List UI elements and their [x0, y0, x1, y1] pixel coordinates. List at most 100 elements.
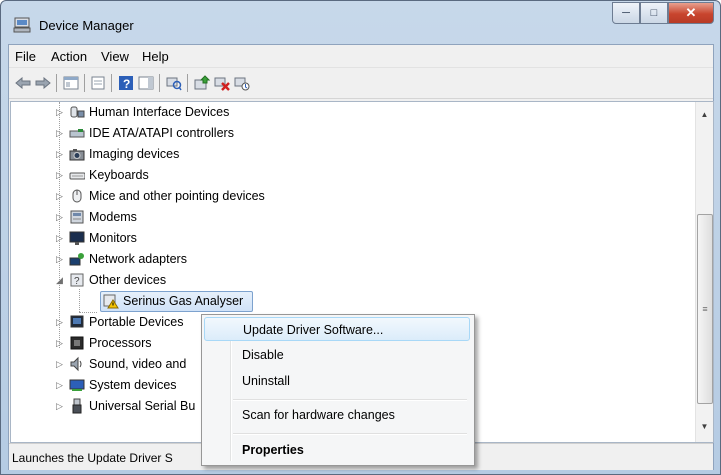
tree-item-mice[interactable]: ▷ Mice and other pointing devices — [11, 186, 691, 207]
warning-device-icon — [103, 294, 119, 309]
expand-arrow-icon[interactable]: ▷ — [56, 317, 63, 327]
collapse-arrow-icon[interactable]: ◢ — [56, 275, 63, 285]
uninstall-device-button[interactable] — [213, 74, 231, 92]
forward-button[interactable] — [34, 74, 52, 92]
expand-arrow-icon[interactable]: ▷ — [56, 107, 63, 117]
help-toolbar-button[interactable]: ? — [117, 74, 135, 92]
tree-item-label: Imaging devices — [89, 147, 180, 161]
menu-separator — [233, 399, 467, 401]
expand-arrow-icon[interactable]: ▷ — [56, 128, 63, 138]
title-bar[interactable]: Device Manager ─ □ ✕ — [1, 1, 720, 41]
ide-controller-icon — [69, 129, 85, 138]
tree-item-label: Processors — [89, 336, 152, 350]
minimize-button[interactable]: ─ — [612, 2, 640, 24]
toolbar-separator — [187, 74, 188, 92]
help-icon: ? — [119, 76, 133, 91]
update-driver-icon — [194, 75, 210, 90]
properties-toolbar-button[interactable] — [89, 74, 107, 92]
expand-arrow-icon[interactable]: ▷ — [56, 401, 63, 411]
update-driver-button[interactable] — [193, 74, 211, 92]
menu-view[interactable]: View — [101, 49, 129, 64]
tree-item-label: Sound, video and — [89, 357, 187, 371]
usb-icon — [72, 398, 82, 414]
maximize-icon: □ — [650, 7, 658, 19]
expand-arrow-icon[interactable]: ▷ — [56, 359, 63, 369]
tree-item-label: Human Interface Devices — [89, 105, 230, 119]
menu-item-label: Properties — [242, 443, 304, 457]
mouse-icon — [72, 189, 82, 203]
menu-file[interactable]: File — [15, 49, 36, 64]
expand-arrow-icon[interactable]: ▷ — [56, 191, 63, 201]
maximize-button[interactable]: □ — [640, 2, 668, 24]
scan-hardware-icon — [166, 77, 182, 91]
menu-separator — [233, 433, 467, 435]
tree-item-label: System devices — [89, 378, 177, 392]
uninstall-icon — [214, 77, 230, 91]
tree-item-label: Other devices — [89, 273, 167, 287]
scan-hardware-button[interactable] — [165, 74, 183, 92]
tree-item-label: Modems — [89, 210, 137, 224]
toolbar-separator — [84, 74, 85, 92]
action-pane-button[interactable] — [137, 74, 155, 92]
expand-arrow-icon[interactable]: ▷ — [56, 170, 63, 180]
hid-icon — [70, 106, 85, 118]
expand-arrow-icon[interactable]: ▷ — [56, 149, 63, 159]
toolbar-separator — [159, 74, 160, 92]
portable-device-icon — [70, 315, 84, 328]
menu-disable[interactable]: Disable — [204, 343, 470, 367]
forward-arrow-icon — [35, 77, 51, 89]
tree-item-keyboards[interactable]: ▷ Keyboards — [11, 165, 691, 186]
modem-icon — [70, 210, 84, 224]
tree-item-monitors[interactable]: ▷ Monitors — [11, 228, 691, 249]
network-adapter-icon — [69, 253, 84, 266]
expand-arrow-icon[interactable]: ▷ — [56, 338, 63, 348]
tree-item-ide-ata-atapi-controllers[interactable]: ▷ IDE ATA/ATAPI controllers — [11, 123, 691, 144]
toolbar-separator — [111, 74, 112, 92]
expand-arrow-icon[interactable]: ▷ — [56, 254, 63, 264]
tree-item-label: IDE ATA/ATAPI controllers — [89, 126, 234, 140]
tree-item-label: Universal Serial Bu — [89, 399, 196, 413]
menu-properties[interactable]: Properties — [204, 438, 470, 462]
disable-device-button[interactable] — [233, 74, 251, 92]
menu-action[interactable]: Action — [51, 49, 87, 64]
tree-item-other-devices[interactable]: ◢ ? Other devices — [11, 270, 691, 291]
close-button[interactable]: ✕ — [668, 2, 714, 24]
back-button[interactable] — [14, 74, 32, 92]
menu-help[interactable]: Help — [142, 49, 169, 64]
menu-uninstall[interactable]: Uninstall — [204, 369, 470, 393]
scroll-up-arrow-icon[interactable]: ▲ — [696, 106, 713, 123]
tree-item-label: Mice and other pointing devices — [89, 189, 265, 203]
context-menu: Update Driver Software... Disable Uninst… — [201, 314, 475, 466]
toolbar: ? — [9, 67, 713, 99]
tree-item-human-interface-devices[interactable]: ▷ Human Interface Devices — [11, 102, 691, 123]
properties-icon — [91, 76, 105, 90]
scroll-down-arrow-icon[interactable]: ▼ — [696, 418, 713, 435]
menu-item-label: Update Driver Software... — [243, 323, 384, 337]
tree-item-modems[interactable]: ▷ Modems — [11, 207, 691, 228]
vertical-scrollbar[interactable]: ▲ ≡ ▼ — [695, 102, 713, 442]
close-icon: ✕ — [685, 5, 697, 20]
camera-icon — [69, 149, 85, 161]
tree-item-imaging-devices[interactable]: ▷ Imaging devices — [11, 144, 691, 165]
tree-item-label: Portable Devices — [89, 315, 184, 329]
scrollbar-thumb[interactable]: ≡ — [697, 214, 713, 404]
expand-arrow-icon[interactable]: ▷ — [56, 212, 63, 222]
action-pane-icon — [138, 76, 154, 90]
tree-item-serinus-gas-analyser[interactable]: Serinus Gas Analyser — [11, 291, 691, 312]
tree-item-network-adapters[interactable]: ▷ Network adapters — [11, 249, 691, 270]
expand-arrow-icon[interactable]: ▷ — [56, 380, 63, 390]
window-title: Device Manager — [39, 18, 134, 33]
svg-text:?: ? — [123, 77, 130, 91]
monitor-icon — [69, 231, 85, 245]
expand-arrow-icon[interactable]: ▷ — [56, 233, 63, 243]
tree-item-label: Keyboards — [89, 168, 149, 182]
menu-update-driver-software[interactable]: Update Driver Software... — [204, 317, 470, 341]
status-text: Launches the Update Driver S — [12, 451, 173, 465]
show-hide-console-tree-button[interactable] — [62, 74, 80, 92]
device-manager-icon — [13, 17, 31, 33]
console-tree-icon — [63, 76, 79, 90]
menu-scan-hardware-changes[interactable]: Scan for hardware changes — [204, 403, 470, 427]
menu-item-label: Uninstall — [242, 374, 290, 388]
back-arrow-icon — [15, 77, 31, 89]
grip-icon: ≡ — [702, 304, 708, 314]
